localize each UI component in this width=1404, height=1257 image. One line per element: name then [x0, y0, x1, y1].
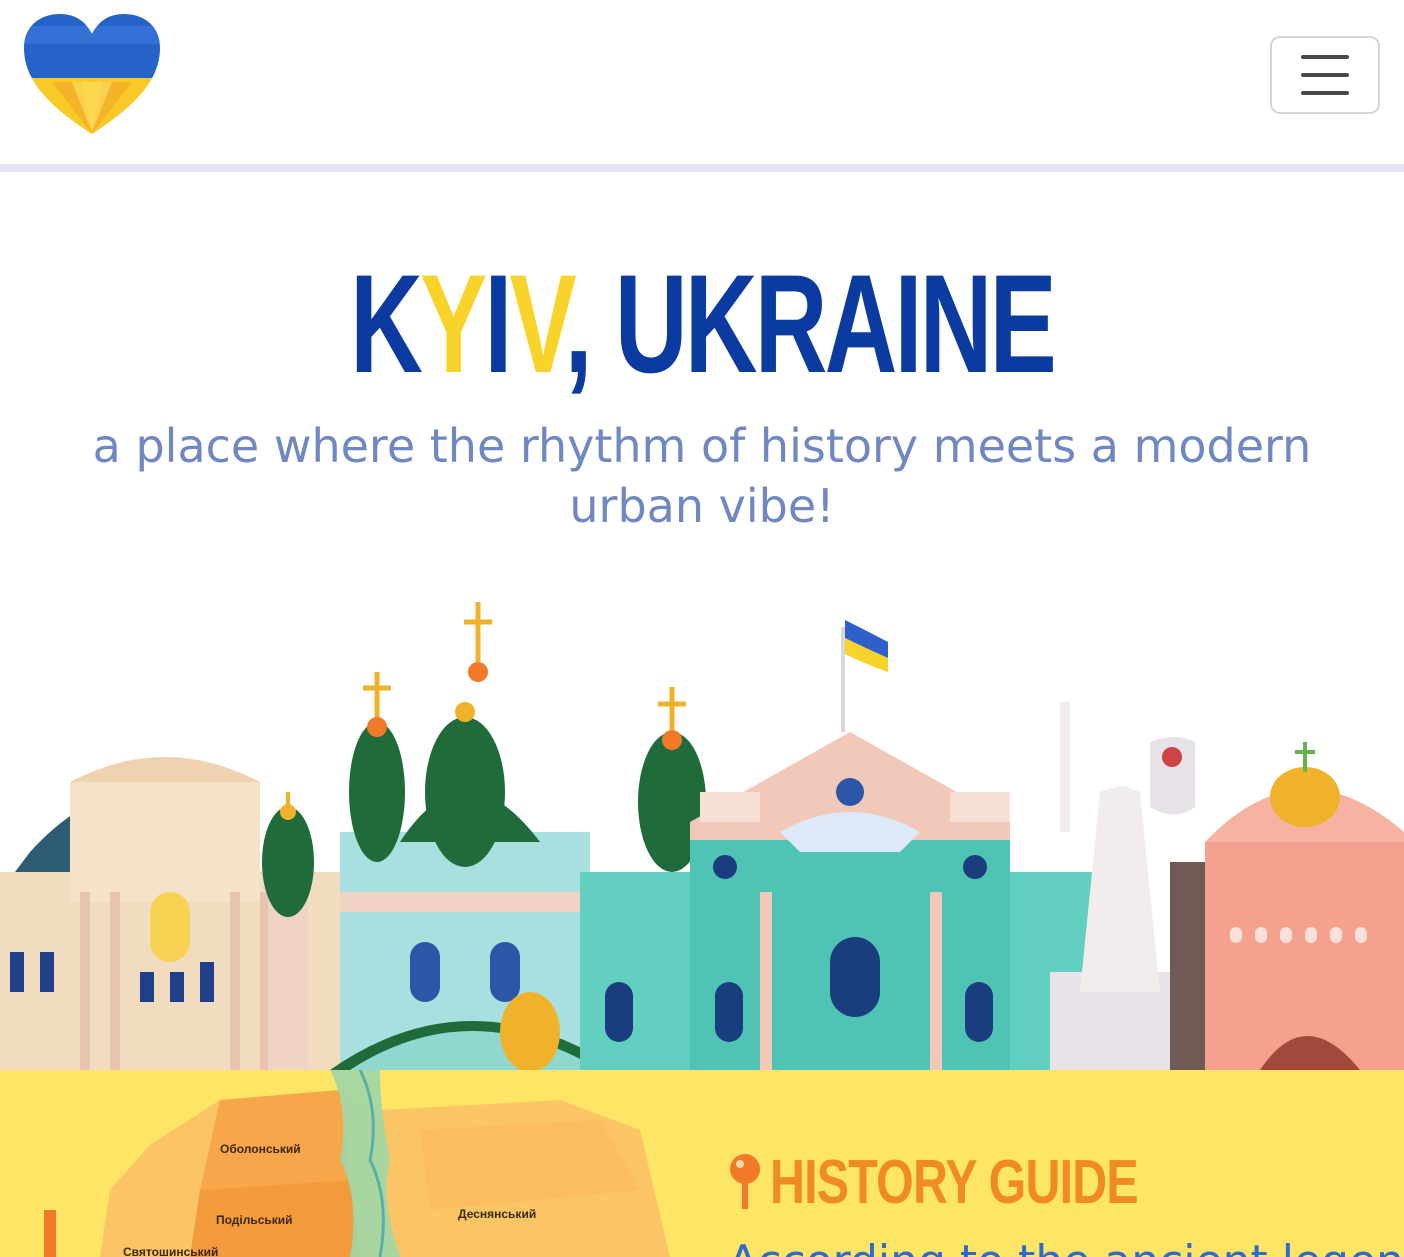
site-header	[0, 0, 1404, 164]
ukraine-heart-icon[interactable]	[22, 12, 162, 136]
page-title: KYIV, UKRAINE	[350, 245, 1057, 402]
history-section: Оболонський Подільський Деснянський Свят…	[0, 1070, 1404, 1257]
menu-button[interactable]	[1270, 36, 1380, 114]
map-pin-icon	[728, 1153, 762, 1213]
district-label: Святошинський	[123, 1245, 219, 1257]
page-subtitle: a place where the rhythm of history meet…	[92, 419, 1312, 533]
hamburger-menu-icon	[1301, 55, 1349, 59]
section-title: HISTORY GUIDE	[770, 1148, 1139, 1217]
header-divider	[0, 164, 1404, 172]
district-label: Подільський	[216, 1213, 293, 1227]
kyiv-district-map[interactable]: Оболонський Подільський Деснянський Свят…	[0, 1070, 700, 1257]
kyiv-skyline-illustration	[0, 592, 1404, 1072]
history-intro-text: According to the ancient legend	[728, 1232, 1404, 1257]
district-label: Оболонський	[220, 1142, 301, 1156]
district-label: Деснянський	[458, 1207, 537, 1221]
history-guide-heading: HISTORY GUIDE	[728, 1148, 1242, 1218]
